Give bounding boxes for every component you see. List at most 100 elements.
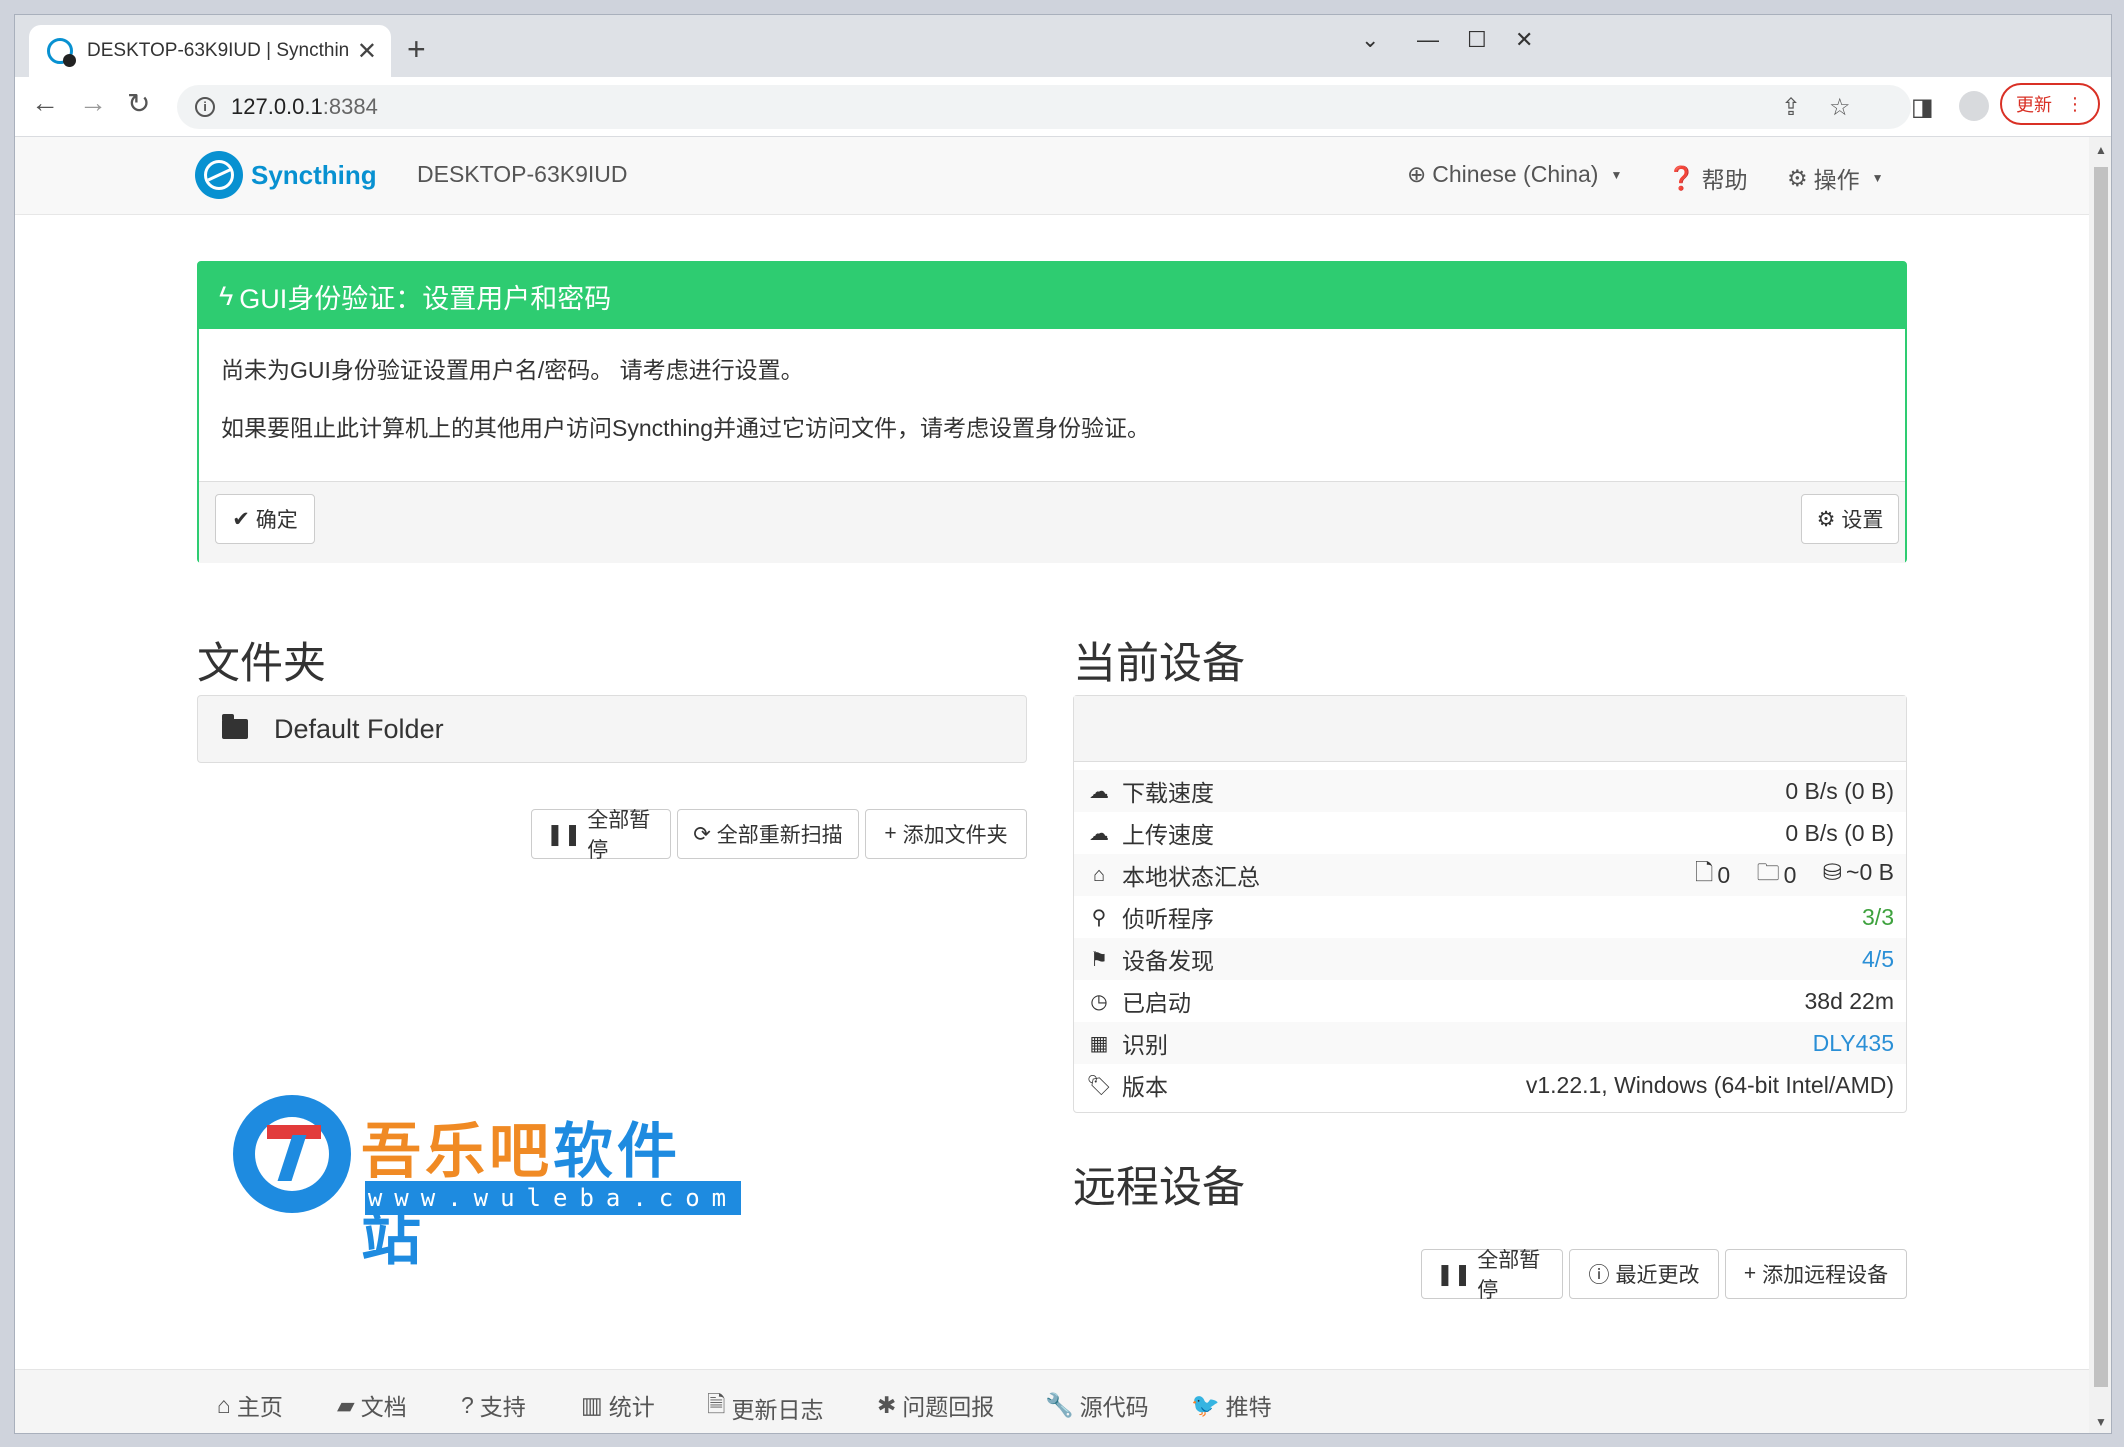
folder-item[interactable]: Default Folder (197, 695, 1027, 763)
footer-link-label: 推特 (1225, 1394, 1272, 1420)
maximize-icon[interactable]: ☐ (1467, 27, 1487, 53)
footer-link-docs[interactable]: ▰ 文档 (337, 1388, 407, 1422)
footer-link-support[interactable]: ? 支持 (461, 1388, 526, 1422)
settings-button[interactable]: ⚙ 设置 (1801, 494, 1899, 544)
info-circle-icon: ⓘ (1588, 1264, 1610, 1287)
side-panel-icon[interactable]: ◨ (1911, 93, 1934, 122)
stat-value: 🗋 0 🗀 0 ⛁ ~0 B (1675, 856, 1894, 895)
caret-down-icon: ▼ (1871, 171, 1884, 185)
signpost-icon: ⚑ (1090, 948, 1108, 971)
pause-icon: ❚❚ (1436, 1262, 1472, 1286)
dirs-count: 🗀 0 (1757, 856, 1797, 895)
recent-changes-label: 最近更改 (1615, 1264, 1700, 1287)
file-text-icon: 🗎 (707, 1391, 726, 1417)
new-tab-button[interactable]: + (407, 33, 426, 65)
update-label: 更新 (2016, 95, 2052, 115)
folder-name: Default Folder (274, 713, 444, 744)
share-icon[interactable]: ⇪ (1781, 93, 1801, 122)
tab-strip: DESKTOP-63K9IUD | Syncthing ✕ + ⌄ — ☐ ✕ (15, 15, 2111, 77)
help-menu[interactable]: ❓ 帮助 (1667, 161, 1748, 195)
plus-icon: + (884, 822, 897, 845)
size-total: ⛁ ~0 B (1823, 859, 1894, 886)
actions-menu[interactable]: ⚙ 操作 ▼ (1787, 161, 1884, 195)
footer: ⌂ 主页 ▰ 文档 ? 支持 ▥ 统计 🗎 更新日志 ✱ 问题回报 🔧 源代码 🐦 推特 (15, 1369, 2089, 1433)
footer-link-changelog[interactable]: 🗎 更新日志 (707, 1388, 824, 1427)
files-value: 0 (1717, 861, 1731, 888)
folder-outline-icon: 🗀 (1756, 858, 1780, 885)
auth-warning-footer: ✔ 确定 ⚙ 设置 (199, 481, 1905, 563)
sitemap-icon: ⚲ (1091, 906, 1107, 929)
stat-row-version: 🏷 版本 v1.22.1, Windows (64-bit Intel/AMD) (1074, 1064, 1906, 1106)
listeners-value[interactable]: 3/3 (1862, 904, 1894, 931)
ok-button[interactable]: ✔ 确定 (215, 494, 315, 544)
minimize-icon[interactable]: — (1417, 27, 1439, 53)
footer-link-home[interactable]: ⌂ 主页 (217, 1388, 283, 1422)
rescan-all-button[interactable]: ⟳ 全部重新扫描 (677, 809, 859, 859)
stat-value: v1.22.1, Windows (64-bit Intel/AMD) (1525, 1071, 1894, 1098)
add-remote-device-button[interactable]: + 添加远程设备 (1725, 1249, 1907, 1299)
url-text: 127.0.0.1:8384 (231, 94, 378, 119)
add-folder-button[interactable]: + 添加文件夹 (865, 809, 1027, 859)
pause-all-label: 全部暂停 (587, 809, 651, 862)
help-label: 帮助 (1701, 167, 1748, 193)
tab-search-icon[interactable]: ⌄ (1361, 27, 1379, 53)
bolt-icon: ϟ (219, 280, 234, 311)
device-name: DESKTOP-63K9IUD (417, 161, 628, 187)
brand[interactable]: Syncthing (195, 151, 377, 199)
browser-tab[interactable]: DESKTOP-63K9IUD | Syncthing ✕ (29, 25, 391, 77)
auth-warning-panel: ϟ GUI身份验证：设置用户和密码 尚未为GUI身份验证设置用户名/密码。 请考… (197, 261, 1907, 563)
syncthing-page: Syncthing DESKTOP-63K9IUD ⊕ Chinese (Chi… (15, 137, 2089, 1433)
reload-icon[interactable]: ↻ (127, 87, 150, 120)
stat-row-listeners: ⚲ 侦听程序 3/3 (1074, 896, 1906, 938)
stat-label: 本地状态汇总 (1122, 864, 1260, 890)
discovery-value[interactable]: 4/5 (1862, 946, 1894, 973)
syncthing-favicon-icon (47, 38, 76, 67)
this-device-panel-header[interactable] (1074, 696, 1906, 762)
pause-all-folders-button[interactable]: ❚❚ 全部暂停 (531, 809, 671, 862)
stat-row-upload: ☁ 上传速度 0 B/s (0 B) (1074, 812, 1906, 854)
bookmark-star-icon[interactable]: ☆ (1829, 93, 1851, 122)
browser-update-button[interactable]: 更新 ⋮ (2000, 83, 2100, 125)
scroll-thumb[interactable] (2094, 167, 2108, 1387)
scroll-down-icon[interactable]: ▼ (2095, 1415, 2107, 1429)
this-device-heading: 当前设备 (1073, 640, 1245, 688)
browser-window: DESKTOP-63K9IUD | Syncthing ✕ + ⌄ — ☐ ✕ … (14, 14, 2112, 1434)
size-value: ~0 B (1846, 858, 1894, 885)
device-id-link[interactable]: DLY435 (1813, 1030, 1894, 1057)
profile-avatar-icon[interactable] (1959, 91, 1989, 121)
pause-all-devices-button[interactable]: ❚❚ 全部暂停 (1421, 1249, 1563, 1302)
add-device-label: 添加远程设备 (1762, 1264, 1889, 1287)
scroll-up-icon[interactable]: ▲ (2095, 143, 2107, 157)
stat-label: 识别 (1122, 1032, 1168, 1058)
file-icon: 🗋 (1694, 858, 1714, 885)
language-menu[interactable]: ⊕ Chinese (China) ▼ (1407, 161, 1622, 188)
dirs-value: 0 (1783, 861, 1797, 888)
close-window-icon[interactable]: ✕ (1515, 27, 1533, 53)
tab-close-icon[interactable]: ✕ (357, 37, 377, 66)
address-bar[interactable]: i 127.0.0.1:8384 ⇪ ☆ (177, 85, 1911, 129)
qrcode-icon: ▦ (1089, 1032, 1109, 1055)
this-device-panel: ☁ 下载速度 0 B/s (0 B) ☁ 上传速度 0 B/s (0 B) ⌂ … (1073, 695, 1907, 1113)
footer-link-bugs[interactable]: ✱ 问题回报 (877, 1388, 994, 1422)
language-label: Chinese (China) (1432, 161, 1599, 187)
footer-link-stats[interactable]: ▥ 统计 (581, 1388, 655, 1422)
footer-link-twitter[interactable]: 🐦 推特 (1191, 1388, 1272, 1422)
footer-link-label: 主页 (236, 1394, 283, 1420)
stat-label: 设备发现 (1122, 948, 1214, 974)
site-info-icon[interactable]: i (195, 97, 215, 117)
forward-icon[interactable]: → (79, 87, 107, 119)
home-icon: ⌂ (1092, 863, 1106, 886)
tag-icon: 🏷 (1086, 1074, 1112, 1097)
footer-link-source[interactable]: 🔧 源代码 (1045, 1388, 1149, 1422)
back-icon[interactable]: ← (31, 87, 59, 119)
recent-changes-button[interactable]: ⓘ 最近更改 (1569, 1249, 1719, 1299)
rescan-all-label: 全部重新扫描 (716, 824, 843, 847)
stat-row-download: ☁ 下载速度 0 B/s (0 B) (1074, 770, 1906, 812)
page-scrollbar[interactable]: ▲ ▼ (2089, 137, 2111, 1433)
stat-value: 0 B/s (0 B) (1785, 777, 1894, 804)
stat-row-uptime: ◷ 已启动 38d 22m (1074, 980, 1906, 1022)
remote-devices-heading: 远程设备 (1073, 1164, 1245, 1212)
browser-toolbar: ← → ↻ i 127.0.0.1:8384 ⇪ ☆ ◨ 更新 ⋮ (15, 77, 2111, 137)
home-icon: ⌂ (217, 1391, 231, 1418)
files-count: 🗋 0 (1695, 856, 1730, 895)
